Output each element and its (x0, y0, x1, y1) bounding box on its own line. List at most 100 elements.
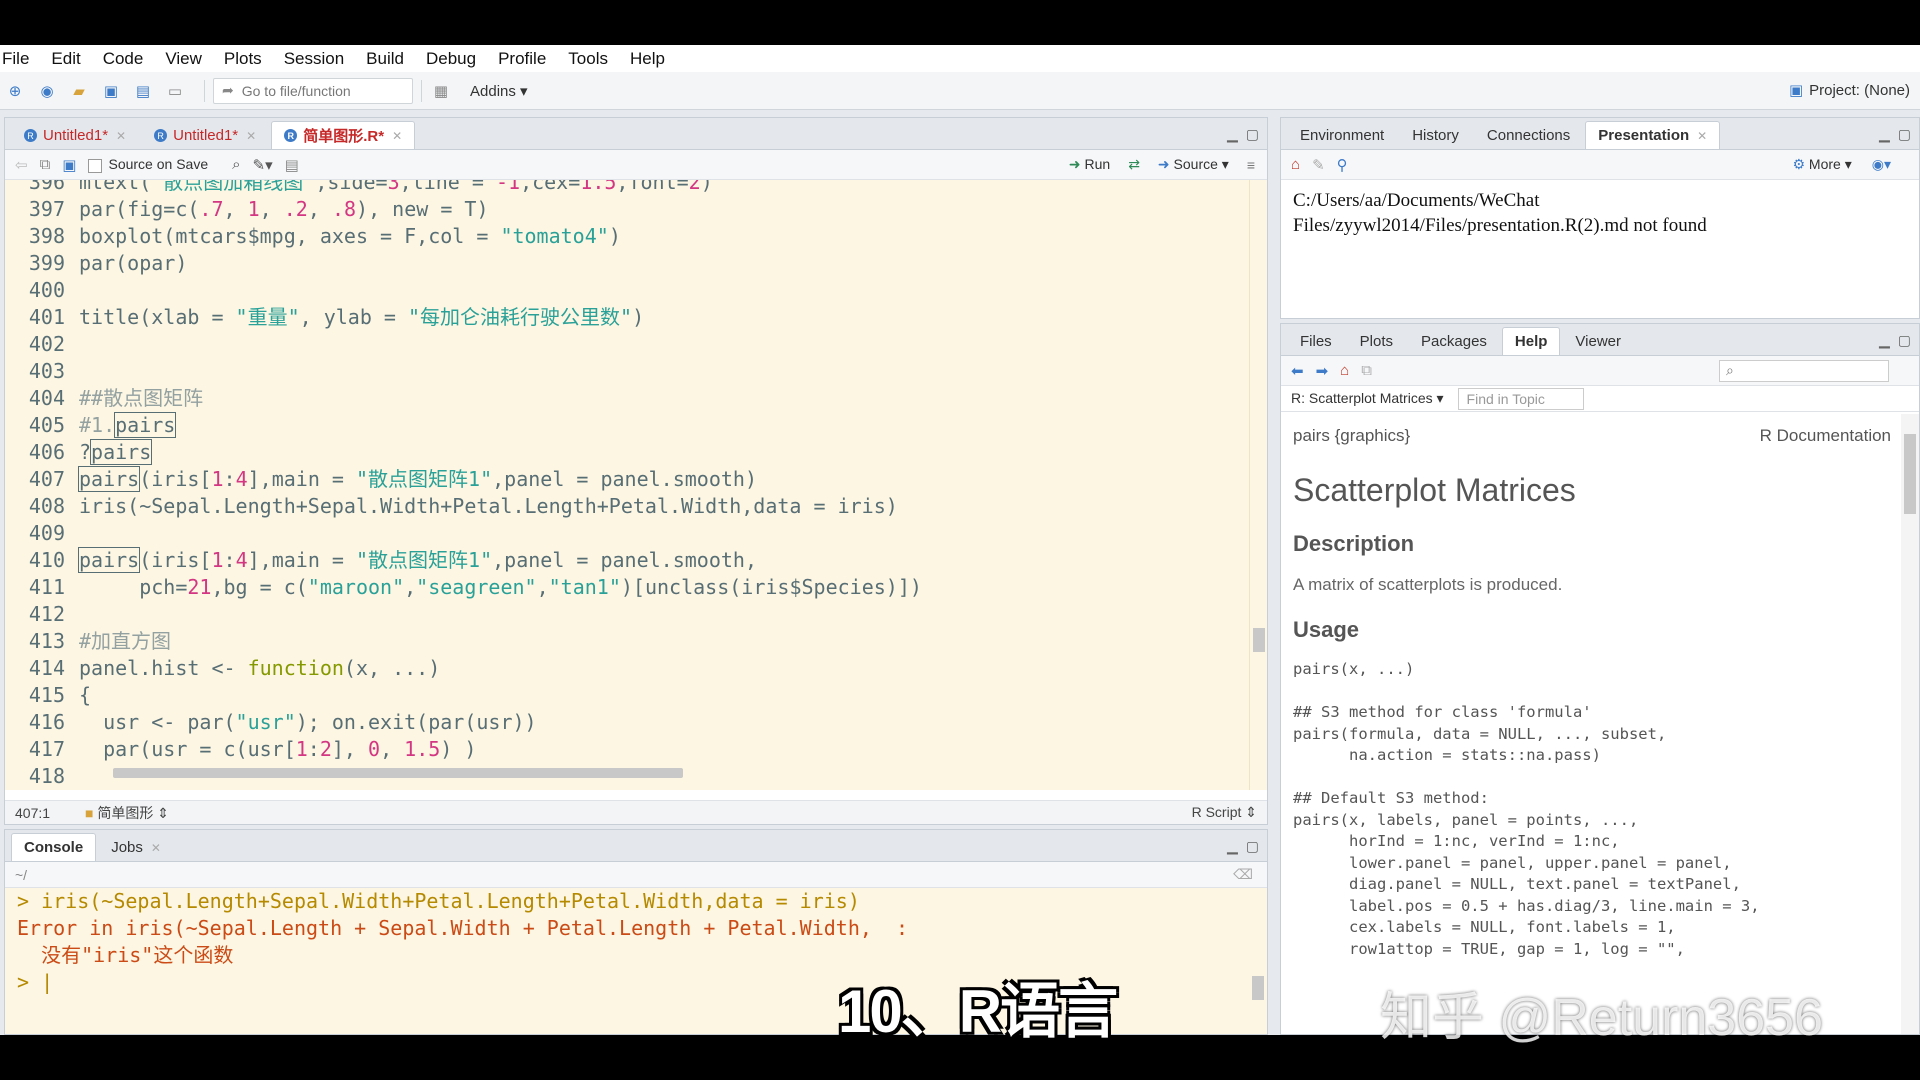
save-file-icon[interactable]: ▣ (62, 156, 76, 174)
scrollbar-thumb[interactable] (1253, 628, 1265, 652)
tab-0[interactable]: Files (1287, 327, 1345, 355)
outline-icon[interactable]: ≡ (1247, 157, 1255, 173)
code-line[interactable]: 415 { (5, 682, 1245, 709)
code-line[interactable]: 401 title(xlab = "重量", ylab = "每加仑油耗行驶公里数… (5, 304, 1245, 331)
code-line[interactable]: 417 par(usr = c(usr[1:2], 0, 1.5) ) (5, 736, 1245, 763)
addins-menu[interactable]: Addins ▾ (470, 82, 528, 100)
code-line[interactable]: 402 (5, 331, 1245, 358)
menu-session[interactable]: Session (284, 49, 344, 69)
menu-edit[interactable]: Edit (51, 49, 80, 69)
code-line[interactable]: 400 (5, 277, 1245, 304)
find-in-topic-input[interactable]: Find in Topic (1457, 387, 1584, 410)
clear-console-icon[interactable]: ⌫ (1233, 866, 1253, 883)
close-tab-icon[interactable]: ✕ (1697, 129, 1707, 143)
help-search-input[interactable]: ⌕ (1719, 359, 1889, 382)
code-line[interactable]: 408 iris(~Sepal.Length+Sepal.Width+Petal.… (5, 493, 1245, 520)
code-line[interactable]: 396 mtext("散点图加箱线图",side=3,line = -1,cex=… (5, 180, 1245, 196)
tab-1[interactable]: R Untitled1* ✕ (141, 121, 269, 149)
tab-0[interactable]: Environment (1287, 121, 1397, 149)
home-icon[interactable]: ⌂ (1340, 362, 1349, 379)
code-line[interactable]: 407 pairs(iris[1:4],main = "散点图矩阵1",panel… (5, 466, 1245, 493)
code-line[interactable]: 404 ##散点图矩阵 (5, 385, 1245, 412)
code-line[interactable]: 410 pairs(iris[1:4],main = "散点图矩阵1",panel… (5, 547, 1245, 574)
tab-2[interactable]: Connections (1474, 121, 1583, 149)
console-scrollbar[interactable] (1249, 888, 1267, 1034)
help-scrollbar[interactable] (1901, 414, 1919, 1034)
more-menu[interactable]: ⚙ More ▾ (1792, 156, 1851, 173)
code-line[interactable]: 409 (5, 520, 1245, 547)
zoom-icon[interactable]: ⚲ (1337, 156, 1348, 174)
new-file-icon[interactable]: ⊕ (4, 81, 26, 101)
code-line[interactable]: 405 #1.pairs (5, 412, 1245, 439)
print-icon[interactable]: ▭ (164, 81, 186, 101)
edit-icon[interactable]: ✎ (1312, 156, 1325, 174)
compile-report-icon[interactable]: ▤ (285, 156, 299, 174)
code-line[interactable]: 414 panel.hist <- function(x, ...) (5, 655, 1245, 682)
menu-code[interactable]: Code (103, 49, 144, 69)
tab-0[interactable]: Console (11, 833, 97, 861)
maximize-icon[interactable]: ▢ (1898, 332, 1911, 349)
show-in-window-icon[interactable]: ⧉ (40, 156, 51, 173)
maximize-icon[interactable]: ▢ (1898, 126, 1911, 143)
file-type-menu[interactable]: R Script ⇕ (1192, 804, 1257, 821)
minimize-icon[interactable]: ▁ (1227, 126, 1238, 143)
source-on-save-checkbox[interactable]: Source on Save (88, 156, 208, 173)
forward-arrow-icon[interactable]: ➡ (1316, 362, 1329, 380)
source-button[interactable]: ➜ Source ▾ (1158, 156, 1229, 173)
tab-2[interactable]: Packages (1408, 327, 1500, 355)
maximize-icon[interactable]: ▢ (1246, 126, 1259, 143)
tab-1[interactable]: Jobs ✕ (98, 833, 174, 861)
tab-0[interactable]: R Untitled1* ✕ (11, 121, 139, 149)
close-tab-icon[interactable]: ✕ (392, 129, 402, 143)
code-line[interactable]: 397 par(fig=c(.7, 1, .2, .8), new = T) (5, 196, 1245, 223)
topic-select[interactable]: R: Scatterplot Matrices ▾ (1291, 390, 1444, 407)
editor-horizontal-scrollbar[interactable] (93, 766, 1249, 780)
menu-debug[interactable]: Debug (426, 49, 476, 69)
menu-file[interactable]: File (2, 49, 29, 69)
menu-profile[interactable]: Profile (498, 49, 546, 69)
minimize-icon[interactable]: ▁ (1879, 126, 1890, 143)
close-tab-icon[interactable]: ✕ (116, 129, 126, 143)
close-tab-icon[interactable]: ✕ (246, 129, 256, 143)
menu-plots[interactable]: Plots (224, 49, 262, 69)
tab-4[interactable]: Viewer (1562, 327, 1634, 355)
code-line[interactable]: 406 ?pairs (5, 439, 1245, 466)
project-menu[interactable]: ▣ Project: (None) (1789, 81, 1910, 99)
save-icon[interactable]: ▣ (100, 81, 122, 101)
save-all-icon[interactable]: ▤ (132, 81, 154, 101)
new-project-icon[interactable]: ◉ (36, 81, 58, 101)
close-tab-icon[interactable]: ✕ (151, 841, 161, 855)
tab-3[interactable]: Help (1501, 327, 1561, 355)
tab-1[interactable]: Plots (1347, 327, 1406, 355)
help-scroll-thumb[interactable] (1904, 434, 1916, 514)
maximize-icon[interactable]: ▢ (1246, 838, 1259, 855)
home-icon[interactable]: ⌂ (1291, 156, 1300, 173)
console-scroll-thumb[interactable] (1252, 976, 1264, 1000)
menu-help[interactable]: Help (630, 49, 665, 69)
code-line[interactable]: 416 usr <- par("usr"); on.exit(par(usr)) (5, 709, 1245, 736)
menu-tools[interactable]: Tools (568, 49, 608, 69)
tab-3[interactable]: Presentation ✕ (1585, 121, 1721, 149)
back-icon[interactable]: ⇦ (15, 156, 28, 174)
back-arrow-icon[interactable]: ⬅ (1291, 362, 1304, 380)
menu-build[interactable]: Build (366, 49, 404, 69)
code-line[interactable]: 412 (5, 601, 1245, 628)
search-icon[interactable]: ⌕ (232, 156, 240, 173)
minimize-icon[interactable]: ▁ (1227, 838, 1238, 855)
code-line[interactable]: 411 pch=21,bg = c("maroon","seagreen","t… (5, 574, 1245, 601)
code-line[interactable]: 413 #加直方图 (5, 628, 1245, 655)
code-line[interactable]: 403 (5, 358, 1245, 385)
rerun-button[interactable]: ⇄ (1128, 156, 1140, 173)
code-line[interactable]: 399 par(opar) (5, 250, 1245, 277)
hscroll-thumb[interactable] (113, 768, 683, 778)
show-in-window-icon[interactable]: ⧉ (1361, 362, 1372, 379)
tab-2[interactable]: R 简单图形.R* ✕ (271, 121, 416, 149)
tab-1[interactable]: History (1399, 121, 1472, 149)
goto-file-input[interactable]: ➦ Go to file/function (213, 77, 413, 104)
publish-icon[interactable]: ◉▾ (1872, 156, 1891, 173)
function-navigator[interactable]: ■ 简单图形 ⇕ (85, 803, 169, 823)
run-button[interactable]: ➜ Run (1069, 156, 1110, 173)
grid-layout-icon[interactable]: ▦ (430, 81, 452, 101)
code-tools-icon[interactable]: ✎▾ (253, 156, 273, 174)
editor-vertical-scrollbar[interactable] (1249, 180, 1267, 790)
